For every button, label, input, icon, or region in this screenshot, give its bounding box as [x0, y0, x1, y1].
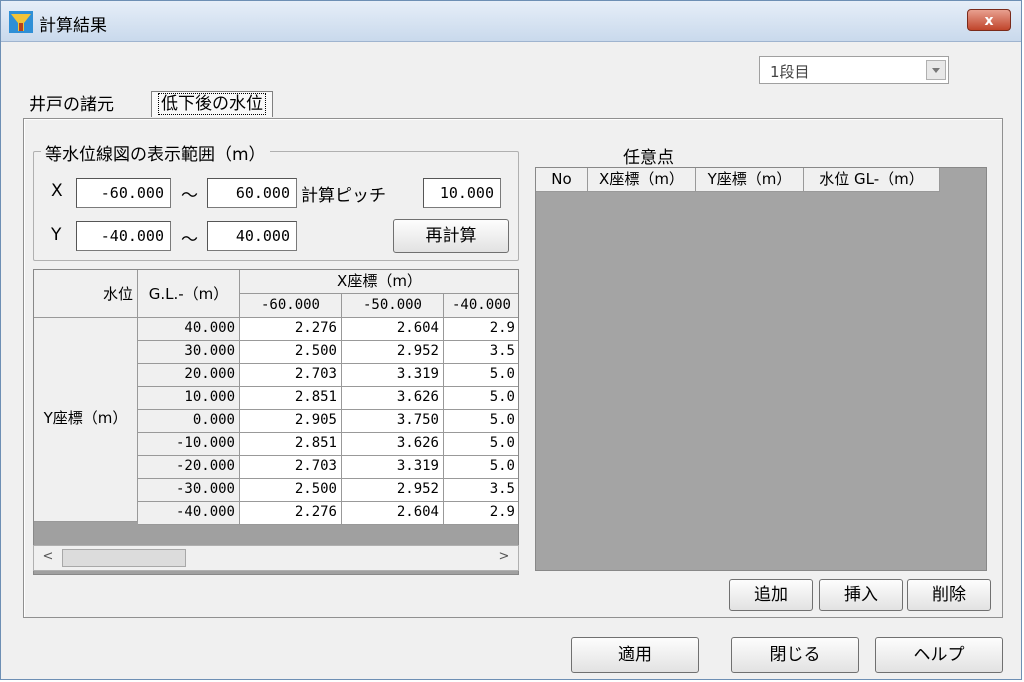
grid-cell[interactable]: 2.952 [342, 341, 444, 364]
grid-cell[interactable]: 2.500 [240, 341, 342, 364]
y-tilde: ～ [181, 230, 198, 250]
grid-cell[interactable]: 2.604 [342, 502, 444, 525]
grid-cell[interactable]: 5.0 [444, 410, 518, 433]
grid-row-y-value: 30.000 [138, 341, 240, 364]
tab-well-specs[interactable]: 井戸の諸元 [23, 93, 120, 119]
points-col-y: Y座標（m） [696, 168, 804, 192]
grid-cell[interactable]: 2.9 [444, 318, 518, 341]
grid-row-y-value: -30.000 [138, 479, 240, 502]
grid-cell[interactable]: 2.905 [240, 410, 342, 433]
grid-cell[interactable]: 3.319 [342, 456, 444, 479]
grid-row-y-value: -10.000 [138, 433, 240, 456]
tab-lowered-level[interactable]: 低下後の水位 [151, 91, 273, 117]
grid-cell[interactable]: 2.703 [240, 364, 342, 387]
stage-select[interactable]: 1段目 [759, 56, 949, 84]
grid-x-value: -50.000 [342, 294, 444, 318]
grid-cell[interactable]: 2.952 [342, 479, 444, 502]
pitch-input[interactable]: 10.000 [423, 178, 501, 208]
grid-cell[interactable]: 2.851 [240, 387, 342, 410]
window-title: 計算結果 [39, 16, 107, 36]
scroll-right-icon[interactable]: > [494, 549, 514, 567]
grid-row-y-value: -20.000 [138, 456, 240, 479]
close-button[interactable]: 閉じる [731, 637, 859, 673]
grid-cell[interactable]: 3.5 [444, 341, 518, 364]
points-col-x: X座標（m） [588, 168, 696, 192]
grid-x-header: X座標（m） [240, 270, 518, 294]
grid-cell[interactable]: 5.0 [444, 433, 518, 456]
result-window: 計算結果 x 1段目 井戸の諸元 低下後の水位 等水位線図の表示範囲（m） X … [0, 0, 1022, 680]
grid-cell[interactable]: 2.276 [240, 502, 342, 525]
grid-corner-label: 水位 [34, 270, 138, 318]
grid-row-y-value: -40.000 [138, 502, 240, 525]
app-icon [9, 11, 33, 33]
x-to-input[interactable]: 60.000 [207, 178, 297, 208]
recalculate-button[interactable]: 再計算 [393, 219, 509, 253]
y-from-input[interactable]: -40.000 [76, 221, 171, 251]
grid-cell[interactable]: 2.276 [240, 318, 342, 341]
grid-cell[interactable]: 2.703 [240, 456, 342, 479]
add-point-button[interactable]: 追加 [729, 579, 813, 611]
grid-cell[interactable]: 5.0 [444, 456, 518, 479]
help-button[interactable]: ヘルプ [875, 637, 1003, 673]
points-col-level: 水位 GL-（m） [804, 168, 940, 192]
points-col-no: No [536, 168, 588, 192]
x-from-input[interactable]: -60.000 [76, 178, 171, 208]
grid-cell[interactable]: 2.9 [444, 502, 518, 525]
water-level-grid: 水位 G.L.-（m） X座標（m） -60.000 -50.000 -40.0… [33, 269, 519, 575]
grid-cell[interactable]: 2.500 [240, 479, 342, 502]
grid-cell[interactable]: 2.604 [342, 318, 444, 341]
grid-cell[interactable]: 3.319 [342, 364, 444, 387]
scroll-thumb[interactable] [62, 549, 186, 567]
grid-cell[interactable]: 2.851 [240, 433, 342, 456]
grid-cell[interactable]: 3.626 [342, 387, 444, 410]
grid-row-y-value: 10.000 [138, 387, 240, 410]
grid-row-y-value: 40.000 [138, 318, 240, 341]
title-bar[interactable]: 計算結果 x [1, 1, 1021, 42]
delete-point-button[interactable]: 削除 [907, 579, 991, 611]
grid-cell[interactable]: 3.5 [444, 479, 518, 502]
grid-cell[interactable]: 3.750 [342, 410, 444, 433]
scroll-left-icon[interactable]: < [38, 549, 58, 567]
x-label: X [51, 181, 63, 201]
y-label: Y [51, 225, 62, 245]
grid-row-y-value: 0.000 [138, 410, 240, 433]
range-group-title: 等水位線図の表示範囲（m） [41, 140, 270, 165]
grid-row-y-value: 20.000 [138, 364, 240, 387]
grid-gl-label: G.L.-（m） [138, 270, 240, 318]
apply-button[interactable]: 適用 [571, 637, 699, 673]
grid-x-value: -60.000 [240, 294, 342, 318]
close-window-button[interactable]: x [967, 9, 1011, 31]
points-grid[interactable]: No X座標（m） Y座標（m） 水位 GL-（m） [535, 167, 987, 571]
grid-cell[interactable]: 5.0 [444, 364, 518, 387]
grid-scrollbar[interactable]: < > [33, 545, 519, 571]
y-to-input[interactable]: 40.000 [207, 221, 297, 251]
tab-lowered-level-label: 低下後の水位 [158, 93, 266, 115]
pitch-label: 計算ピッチ [301, 186, 386, 206]
grid-cell[interactable]: 5.0 [444, 387, 518, 410]
points-title: 任意点 [623, 148, 674, 168]
grid-cell[interactable]: 3.626 [342, 433, 444, 456]
x-tilde: ～ [181, 186, 198, 206]
grid-x-value: -40.000 [444, 294, 518, 318]
grid-y-header: Y座標（m） [34, 318, 138, 522]
stage-select-value: 1段目 [770, 63, 810, 81]
insert-point-button[interactable]: 挿入 [819, 579, 903, 611]
chevron-down-icon[interactable] [926, 60, 946, 80]
